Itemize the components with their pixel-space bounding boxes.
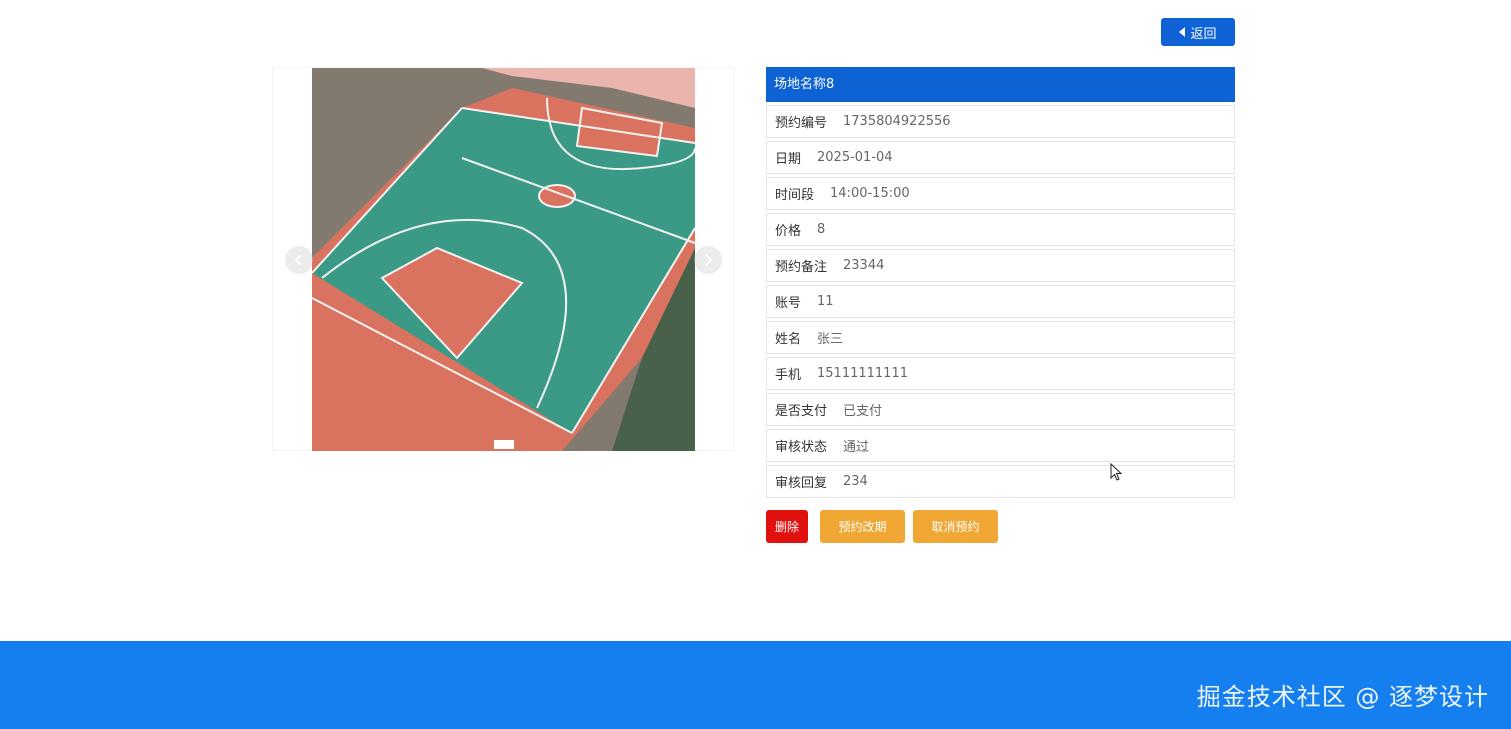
detail-row-phone: 手机 15111111111 bbox=[766, 357, 1235, 390]
row-value: 23344 bbox=[843, 258, 885, 273]
detail-row-paid: 是否支付 已支付 bbox=[766, 393, 1235, 426]
image-carousel bbox=[272, 67, 734, 451]
detail-row-name: 姓名 张三 bbox=[766, 321, 1235, 354]
detail-row-account: 账号 11 bbox=[766, 285, 1235, 318]
row-label: 预约编号 bbox=[775, 116, 828, 131]
row-label: 日期 bbox=[775, 152, 802, 167]
detail-row-date: 日期 2025-01-04 bbox=[766, 141, 1235, 174]
venue-photo bbox=[312, 68, 695, 451]
page: 返回 场地名称8 预约编号 1735804922556 日期 2025-01-0… bbox=[0, 0, 1511, 729]
row-value: 11 bbox=[817, 294, 834, 309]
cancel-booking-button[interactable]: 取消预约 bbox=[913, 510, 998, 543]
row-label: 账号 bbox=[775, 296, 802, 311]
detail-row-booking-number: 预约编号 1735804922556 bbox=[766, 105, 1235, 138]
row-label: 价格 bbox=[775, 224, 802, 239]
row-value: 已支付 bbox=[843, 404, 883, 419]
row-value: 1735804922556 bbox=[843, 114, 951, 129]
detail-row-review-status: 审核状态 通过 bbox=[766, 429, 1235, 462]
carousel-prev-button[interactable] bbox=[285, 246, 313, 274]
row-label: 时间段 bbox=[775, 188, 815, 203]
row-label: 预约备注 bbox=[775, 260, 828, 275]
mouse-pointer-icon bbox=[1110, 463, 1122, 481]
reschedule-button[interactable]: 预约改期 bbox=[820, 510, 905, 543]
row-value: 15111111111 bbox=[817, 366, 908, 381]
carousel-next-button[interactable] bbox=[694, 246, 722, 274]
row-value: 2025-01-04 bbox=[817, 150, 893, 165]
detail-row-review-reply: 审核回复 234 bbox=[766, 465, 1235, 498]
row-label: 是否支付 bbox=[775, 404, 828, 419]
row-label: 审核状态 bbox=[775, 440, 828, 455]
detail-row-price: 价格 8 bbox=[766, 213, 1235, 246]
caret-left-icon bbox=[1179, 27, 1186, 37]
row-label: 手机 bbox=[775, 368, 802, 383]
row-label: 姓名 bbox=[775, 332, 802, 347]
footer: 掘金技术社区 @ 逐梦设计 bbox=[0, 641, 1511, 729]
watermark-text: 掘金技术社区 @ 逐梦设计 bbox=[1196, 683, 1489, 711]
row-value: 8 bbox=[817, 222, 826, 237]
venue-name-title: 场地名称8 bbox=[766, 67, 1235, 102]
detail-row-remark: 预约备注 23344 bbox=[766, 249, 1235, 282]
back-button-label: 返回 bbox=[1190, 26, 1217, 42]
chevron-right-icon bbox=[705, 254, 713, 266]
action-bar: 删除 预约改期 取消预约 bbox=[766, 510, 998, 543]
delete-button[interactable]: 删除 bbox=[766, 510, 808, 543]
carousel-indicator[interactable] bbox=[494, 440, 514, 449]
row-label: 审核回复 bbox=[775, 476, 828, 491]
booking-detail-panel: 场地名称8 预约编号 1735804922556 日期 2025-01-04 时… bbox=[766, 67, 1235, 498]
chevron-left-icon bbox=[294, 254, 302, 266]
row-value: 张三 bbox=[817, 332, 844, 347]
row-value: 14:00-15:00 bbox=[830, 186, 910, 201]
back-button[interactable]: 返回 bbox=[1161, 18, 1235, 46]
row-value: 通过 bbox=[843, 440, 870, 455]
row-value: 234 bbox=[843, 474, 868, 489]
detail-row-time-slot: 时间段 14:00-15:00 bbox=[766, 177, 1235, 210]
